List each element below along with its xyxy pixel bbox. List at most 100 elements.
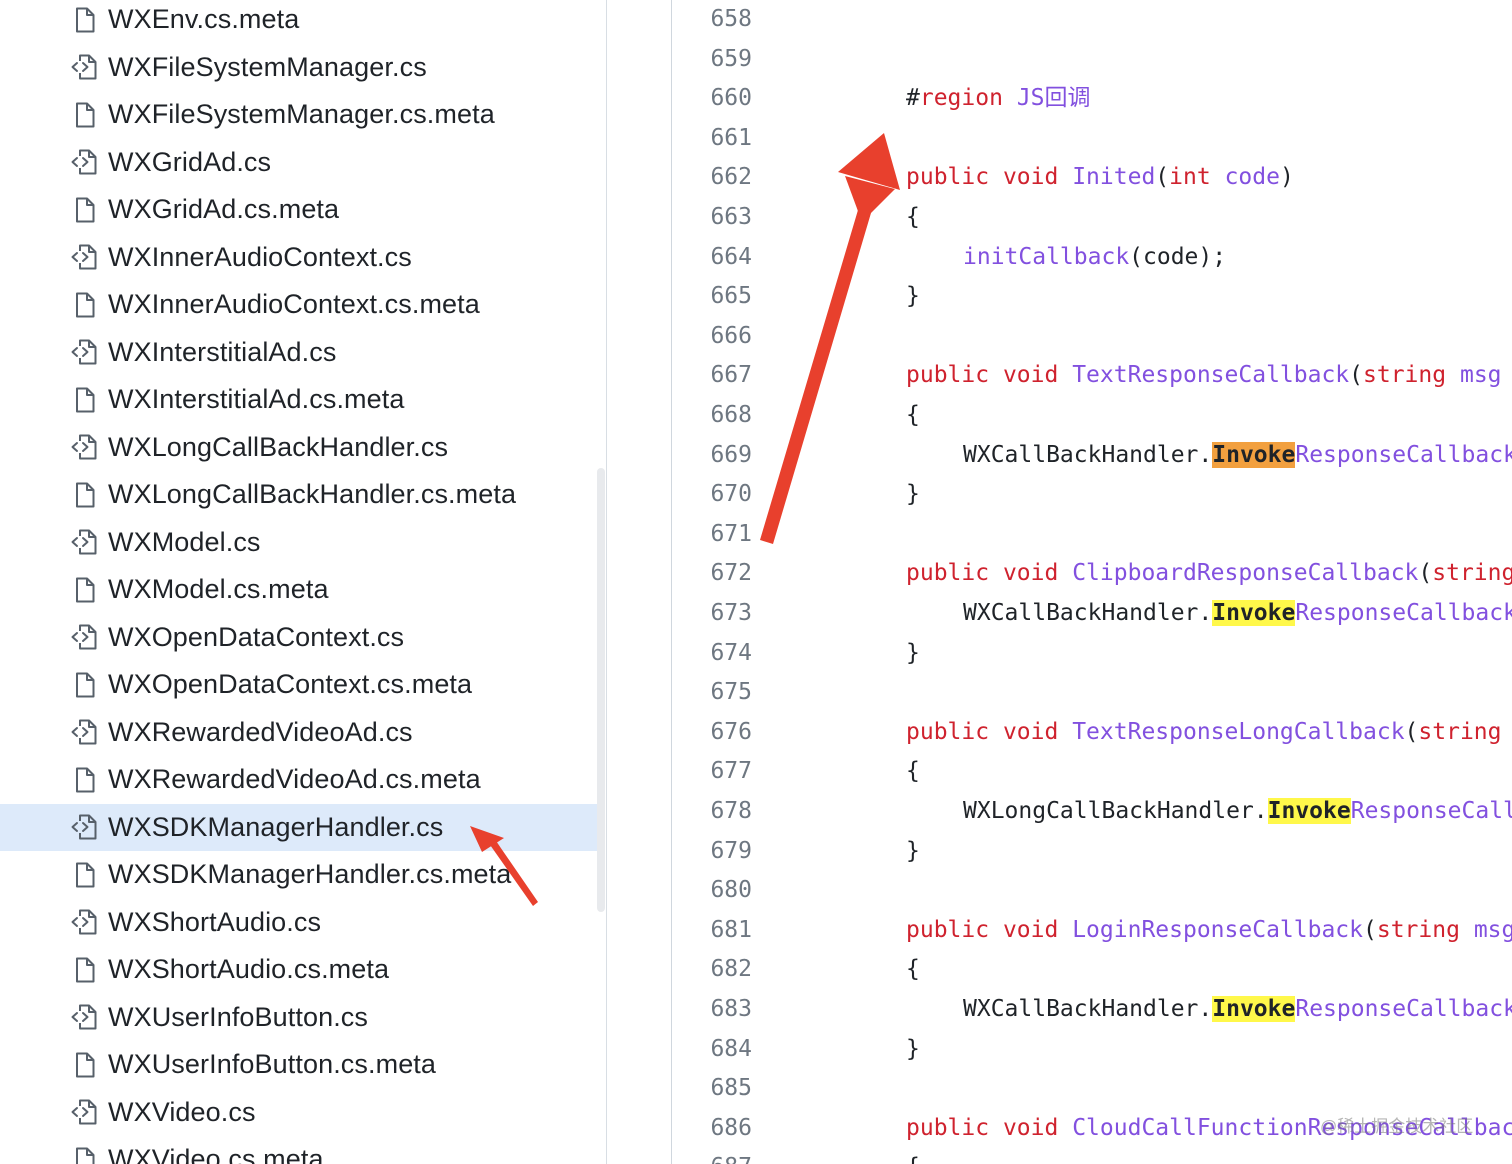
code-line[interactable]: 663 { [672, 198, 1512, 238]
line-number[interactable]: 664 [672, 238, 752, 278]
code-line[interactable]: 673 WXCallBackHandler.InvokeResponseCallb… [672, 594, 1512, 634]
code-text[interactable]: public void LoginResponseCallback(string… [906, 911, 1512, 951]
code-line[interactable]: 672 public void ClipboardResponseCallback… [672, 554, 1512, 594]
code-line[interactable]: 669 WXCallBackHandler.InvokeResponseCallb… [672, 436, 1512, 476]
sidebar-scrollbar[interactable] [597, 468, 605, 912]
code-text[interactable]: WXCallBackHandler.InvokeResponseCallback [963, 990, 1512, 1030]
file-item[interactable]: WXShortAudio.cs.meta [0, 946, 597, 994]
file-item[interactable]: WXRewardedVideoAd.cs.meta [0, 756, 597, 804]
code-line[interactable]: 677 { [672, 752, 1512, 792]
code-text[interactable]: WXCallBackHandler.InvokeResponseCallback [963, 594, 1512, 634]
file-item[interactable]: WXLongCallBackHandler.cs.meta [0, 471, 597, 519]
code-line[interactable]: 681 public void LoginResponseCallback(str… [672, 911, 1512, 951]
file-item[interactable]: WXVideo.cs [0, 1089, 597, 1137]
line-number[interactable]: 660 [672, 79, 752, 119]
line-number[interactable]: 667 [672, 356, 752, 396]
code-line[interactable]: 680 [672, 871, 1512, 911]
line-number[interactable]: 662 [672, 158, 752, 198]
code-text[interactable]: } [906, 1030, 920, 1070]
code-line[interactable]: 682 { [672, 950, 1512, 990]
code-text[interactable]: } [906, 832, 920, 872]
code-line[interactable]: 678 WXLongCallBackHandler.InvokeResponseC… [672, 792, 1512, 832]
code-line[interactable]: 658 [672, 0, 1512, 40]
file-item[interactable]: WXOpenDataContext.cs [0, 614, 597, 662]
line-number[interactable]: 675 [672, 673, 752, 713]
line-number[interactable]: 679 [672, 832, 752, 872]
code-line[interactable]: 667 public void TextResponseCallback(stri… [672, 356, 1512, 396]
line-number[interactable]: 677 [672, 752, 752, 792]
code-text[interactable]: } [906, 277, 920, 317]
code-text[interactable]: public void TextResponseLongCallback(str… [906, 713, 1502, 753]
file-item[interactable]: WXSDKManagerHandler.cs.meta [0, 851, 597, 899]
line-number[interactable]: 673 [672, 594, 752, 634]
line-number[interactable]: 676 [672, 713, 752, 753]
file-item[interactable]: WXInterstitialAd.cs.meta [0, 376, 597, 424]
code-line[interactable]: 676 public void TextResponseLongCallback(… [672, 713, 1512, 753]
code-text[interactable]: public void TextResponseCallback(string … [906, 356, 1502, 396]
code-line[interactable]: 665} [672, 277, 1512, 317]
file-item[interactable]: WXEnv.cs.meta [0, 0, 597, 44]
line-number[interactable]: 681 [672, 911, 752, 951]
file-item[interactable]: WXRewardedVideoAd.cs [0, 709, 597, 757]
code-text[interactable]: WXLongCallBackHandler.InvokeResponseCall… [963, 792, 1512, 832]
code-text[interactable]: public void ClipboardResponseCallback(st… [906, 554, 1512, 594]
line-number[interactable]: 670 [672, 475, 752, 515]
line-number[interactable]: 685 [672, 1069, 752, 1109]
file-item[interactable]: WXShortAudio.cs [0, 899, 597, 947]
code-text[interactable]: WXCallBackHandler.InvokeResponseCallback [963, 436, 1512, 476]
file-item[interactable]: WXUserInfoButton.cs.meta [0, 1041, 597, 1089]
code-line[interactable]: 661 [672, 119, 1512, 159]
line-number[interactable]: 680 [672, 871, 752, 911]
file-item[interactable]: WXModel.cs.meta [0, 566, 597, 614]
code-line[interactable]: 684} [672, 1030, 1512, 1070]
code-text[interactable]: { [906, 950, 920, 990]
file-item[interactable]: WXFileSystemManager.cs.meta [0, 91, 597, 139]
code-line[interactable]: 671 [672, 515, 1512, 555]
file-item[interactable]: WXFileSystemManager.cs [0, 44, 597, 92]
line-number[interactable]: 663 [672, 198, 752, 238]
code-line[interactable]: 683 WXCallBackHandler.InvokeResponseCallb… [672, 990, 1512, 1030]
code-line[interactable]: 670} [672, 475, 1512, 515]
code-text[interactable]: { [906, 198, 920, 238]
code-line[interactable]: 685 [672, 1069, 1512, 1109]
line-number[interactable]: 666 [672, 317, 752, 357]
code-line[interactable]: 664 initCallback(code); [672, 238, 1512, 278]
code-text[interactable]: { [906, 396, 920, 436]
code-line[interactable]: 687 { [672, 1148, 1512, 1164]
line-number[interactable]: 661 [672, 119, 752, 159]
line-number[interactable]: 674 [672, 634, 752, 674]
code-text[interactable]: initCallback(code); [963, 238, 1226, 278]
line-number[interactable]: 687 [672, 1148, 752, 1164]
code-line[interactable]: 668 { [672, 396, 1512, 436]
file-item[interactable]: WXLongCallBackHandler.cs [0, 424, 597, 472]
code-line[interactable]: 679} [672, 832, 1512, 872]
code-line[interactable]: 674} [672, 634, 1512, 674]
code-text[interactable]: } [906, 634, 920, 674]
file-item[interactable]: WXGridAd.cs.meta [0, 186, 597, 234]
file-item-selected[interactable]: WXSDKManagerHandler.cs [0, 803, 597, 851]
file-item[interactable]: WXInnerAudioContext.cs [0, 234, 597, 282]
file-item[interactable]: WXOpenDataContext.cs.meta [0, 661, 597, 709]
line-number[interactable]: 658 [672, 0, 752, 40]
file-item[interactable]: WXInnerAudioContext.cs.meta [0, 281, 597, 329]
line-number[interactable]: 683 [672, 990, 752, 1030]
code-text[interactable]: public void Inited(int code) [906, 158, 1294, 198]
line-number[interactable]: 669 [672, 436, 752, 476]
code-text[interactable]: } [906, 475, 920, 515]
line-number[interactable]: 678 [672, 792, 752, 832]
code-line[interactable]: 662 public void Inited(int code) [672, 158, 1512, 198]
code-line[interactable]: 675 [672, 673, 1512, 713]
line-number[interactable]: 671 [672, 515, 752, 555]
line-number[interactable]: 682 [672, 950, 752, 990]
code-text[interactable]: { [906, 752, 920, 792]
code-line[interactable]: 659 [672, 40, 1512, 80]
code-line[interactable]: 666 [672, 317, 1512, 357]
line-number[interactable]: 659 [672, 40, 752, 80]
code-text[interactable]: #region JS回调 [906, 79, 1091, 119]
line-number[interactable]: 672 [672, 554, 752, 594]
file-item[interactable]: WXVideo.cs.meta [0, 1136, 597, 1164]
line-number[interactable]: 668 [672, 396, 752, 436]
file-item[interactable]: WXGridAd.cs [0, 139, 597, 187]
line-number[interactable]: 684 [672, 1030, 752, 1070]
file-item[interactable]: WXModel.cs [0, 519, 597, 567]
